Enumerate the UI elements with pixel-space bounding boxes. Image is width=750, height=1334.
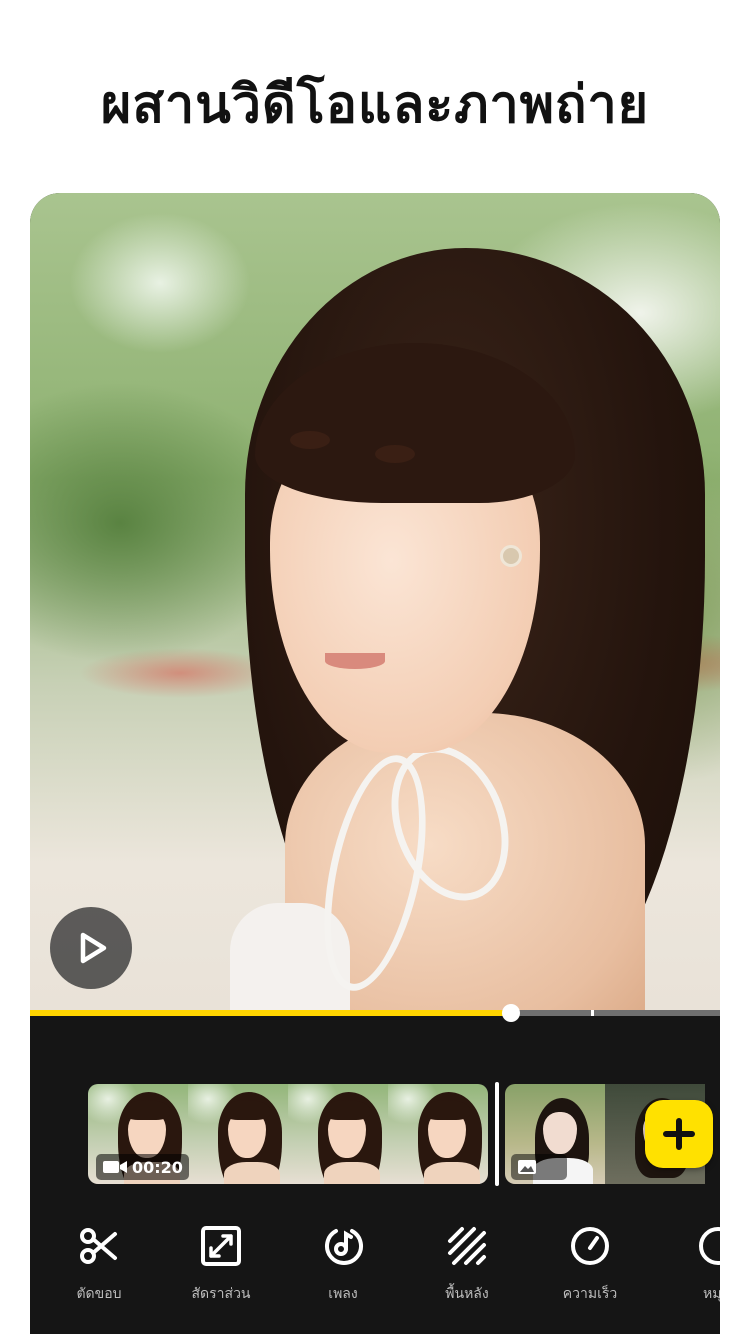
play-icon — [80, 932, 107, 964]
editor-screen: 00:20 ตัดขอบ สัดราส่วน เพลง พื้นหลัง ควา… — [30, 193, 720, 1334]
play-button[interactable] — [50, 907, 132, 989]
tool-label: เพลง — [328, 1286, 358, 1302]
tool-background[interactable]: พื้นหลัง — [407, 1223, 527, 1313]
video-frame-thumbnail — [388, 1084, 488, 1184]
aspect-ratio-icon — [198, 1223, 244, 1269]
tool-label: พื้นหลัง — [445, 1286, 489, 1302]
rotate-icon — [695, 1223, 720, 1269]
playback-progress-track[interactable] — [30, 1010, 720, 1016]
music-icon — [320, 1223, 366, 1269]
background-icon — [444, 1223, 490, 1269]
clip-boundary-marker — [590, 1010, 594, 1016]
tool-music[interactable]: เพลง — [283, 1223, 403, 1313]
photo-thumbnail — [505, 1084, 605, 1184]
scissors-icon — [76, 1223, 122, 1269]
preview-eye — [375, 445, 415, 463]
photo-badge — [511, 1154, 567, 1180]
speed-icon — [567, 1223, 613, 1269]
preview-eye — [290, 431, 330, 449]
timeline-playhead[interactable] — [495, 1082, 499, 1186]
tool-speed[interactable]: ความเร็ว — [530, 1223, 650, 1313]
tool-label: ตัดขอบ — [76, 1286, 122, 1302]
timeline[interactable]: 00:20 — [88, 1082, 720, 1186]
video-clip[interactable]: 00:20 — [88, 1084, 488, 1184]
tool-rotate[interactable]: หมุ — [650, 1223, 720, 1313]
video-camera-icon — [103, 1161, 127, 1173]
tool-label: สัดราส่วน — [191, 1286, 251, 1302]
preview-lips — [325, 653, 385, 669]
image-icon — [518, 1160, 536, 1174]
video-frame-thumbnail — [288, 1084, 388, 1184]
video-frame-thumbnail — [188, 1084, 288, 1184]
preview-earring — [500, 545, 522, 567]
tool-aspect-ratio[interactable]: สัดราส่วน — [161, 1223, 281, 1313]
playback-progress-fill — [30, 1010, 511, 1016]
add-clip-button[interactable] — [645, 1100, 713, 1168]
video-preview[interactable] — [30, 193, 720, 1011]
tool-label: หมุ — [703, 1286, 720, 1302]
headline: ผสานวิดีโอและภาพถ่าย — [100, 75, 650, 135]
clip-duration: 00:20 — [132, 1157, 183, 1177]
plus-icon — [663, 1118, 695, 1150]
tool-trim[interactable]: ตัดขอบ — [39, 1223, 159, 1313]
editing-toolbar: ตัดขอบ สัดราส่วน เพลง พื้นหลัง ความเร็ว … — [30, 1223, 720, 1334]
playback-scrubber-knob[interactable] — [501, 1004, 520, 1022]
clip-duration-badge: 00:20 — [96, 1154, 189, 1180]
tool-label: ความเร็ว — [562, 1286, 618, 1302]
